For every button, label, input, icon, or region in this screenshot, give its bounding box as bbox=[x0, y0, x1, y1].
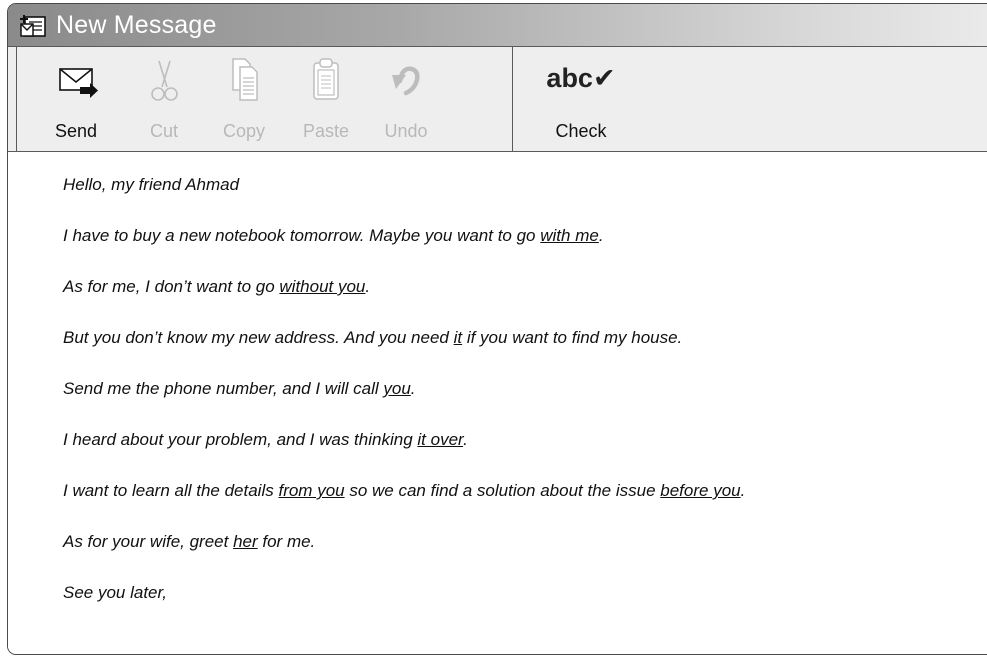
message-text: See you later, bbox=[63, 583, 167, 602]
send-button[interactable]: Send bbox=[39, 53, 113, 145]
message-text: Hello, my friend Ahmad bbox=[63, 175, 240, 194]
undo-icon bbox=[392, 66, 420, 96]
message-text: I have to buy a new notebook tomorrow. M… bbox=[63, 226, 541, 245]
message-line: I heard about your problem, and I was th… bbox=[63, 430, 468, 450]
message-text: But you don’t know my new address. And y… bbox=[63, 328, 454, 347]
message-text: . bbox=[598, 226, 604, 245]
message-text: . bbox=[410, 379, 416, 398]
message-text: Send me the phone number, and I will cal… bbox=[63, 379, 384, 398]
message-text: for me. bbox=[257, 532, 316, 551]
underlined-text: with me bbox=[540, 226, 599, 245]
message-text: I heard about your problem, and I was th… bbox=[63, 430, 418, 449]
underlined-text: it bbox=[453, 328, 463, 347]
underlined-text: without you bbox=[279, 277, 366, 296]
paste-button[interactable]: Paste bbox=[289, 53, 363, 145]
message-line: As for me, I don’t want to go without yo… bbox=[63, 277, 370, 297]
paste-label: Paste bbox=[302, 121, 350, 141]
underlined-text: her bbox=[233, 532, 258, 551]
message-text: I want to learn all the details bbox=[63, 481, 279, 500]
message-text: if you want to find my house. bbox=[462, 328, 683, 347]
undo-button[interactable]: Undo bbox=[369, 53, 443, 145]
message-text: As for your wife, greet bbox=[63, 532, 234, 551]
copy-label: Copy bbox=[222, 121, 266, 141]
message-line: Hello, my friend Ahmad bbox=[63, 175, 239, 195]
clipboard-icon bbox=[313, 58, 339, 100]
message-line: Send me the phone number, and I will cal… bbox=[63, 379, 416, 399]
title-bar[interactable]: New Message bbox=[8, 4, 987, 47]
window-title: New Message bbox=[56, 10, 217, 39]
message-line: I have to buy a new notebook tomorrow. M… bbox=[63, 226, 604, 246]
underlined-text: you bbox=[383, 379, 411, 398]
message-body[interactable]: Hello, my friend Ahmad I have to buy a n… bbox=[8, 152, 987, 654]
edit-button-group: Send Cut Copy Paste Undo bbox=[16, 47, 513, 151]
cut-button[interactable]: Cut bbox=[127, 53, 201, 145]
message-text: . bbox=[463, 430, 468, 449]
copy-button[interactable]: Copy bbox=[207, 53, 281, 145]
message-line: See you later, bbox=[63, 583, 167, 603]
underlined-text: before you bbox=[660, 481, 741, 500]
new-message-icon bbox=[20, 15, 46, 37]
cut-label: Cut bbox=[149, 121, 178, 141]
message-text: . bbox=[365, 277, 371, 296]
message-line: I want to learn all the details from you… bbox=[63, 481, 745, 501]
send-envelope-icon bbox=[59, 68, 98, 98]
spellcheck-icon: abc✔ bbox=[546, 63, 616, 93]
copy-icon bbox=[232, 58, 258, 101]
send-label: Send bbox=[54, 121, 98, 141]
message-text: As for me, I don’t want to go bbox=[63, 277, 280, 296]
check-label: Check bbox=[555, 121, 607, 141]
underlined-text: from you bbox=[278, 481, 345, 500]
undo-label: Undo bbox=[384, 121, 428, 141]
message-text: . bbox=[740, 481, 746, 500]
new-message-window: New Message Send Cut Copy Paste Undo abc… bbox=[7, 3, 987, 655]
message-text: so we can find a solution about the issu… bbox=[344, 481, 661, 500]
message-line: But you don’t know my new address. And y… bbox=[63, 328, 682, 348]
toolbar: Send Cut Copy Paste Undo abc✔ Check bbox=[8, 47, 987, 152]
scissors-icon bbox=[151, 60, 178, 101]
message-line: As for your wife, greet her for me. bbox=[63, 532, 315, 552]
underlined-text: it over bbox=[417, 430, 464, 449]
check-button[interactable]: abc✔ Check bbox=[536, 53, 626, 145]
